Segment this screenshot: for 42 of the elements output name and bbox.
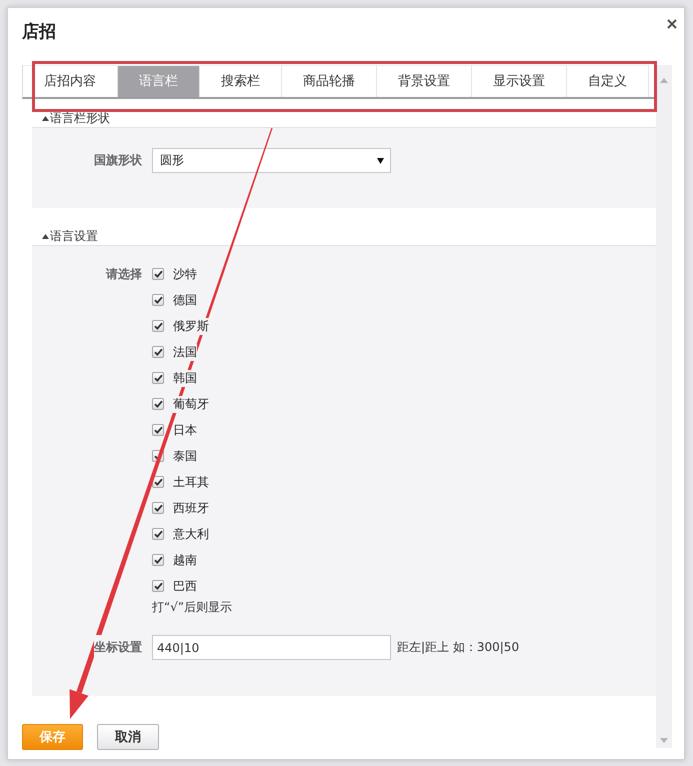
checkbox[interactable] [152,424,164,436]
checkbox-label: 法国 [173,344,197,360]
checkbox[interactable] [152,320,164,332]
close-button[interactable] [667,19,677,29]
checkbox-label: 土耳其 [173,474,209,490]
checkbox[interactable] [152,528,164,540]
checkbox-label: 沙特 [173,266,197,282]
tab[interactable]: 自定义 [567,65,649,97]
checkbox-label: 德国 [173,292,197,308]
checkbox[interactable] [152,372,164,384]
checkbox[interactable] [152,346,164,358]
checkbox-label: 西班牙 [173,500,209,516]
input-field[interactable]: 440|10 [152,635,391,660]
dialog-title: 店招 [22,22,56,42]
field-label: 坐标设置 [94,635,142,660]
checkbox-label: 泰国 [173,448,197,464]
checkbox-label: 日本 [173,422,197,438]
checkbox-label: 意大利 [173,526,209,542]
cancel-button[interactable]: 取消 [97,724,159,750]
checkbox[interactable] [152,502,164,514]
tab[interactable]: 搜索栏 [200,65,282,97]
checkbox[interactable] [152,554,164,566]
checkbox-label: 俄罗斯 [173,318,209,334]
checkbox-label: 越南 [173,552,197,568]
tab[interactable]: 显示设置 [472,65,567,97]
checkbox-label: 巴西 [173,578,197,594]
collapse-icon[interactable] [42,234,49,238]
select-field[interactable]: 圆形 [152,148,391,173]
tab[interactable]: 店招内容 [23,65,118,97]
checkbox[interactable] [152,398,164,410]
hint-text: 距左|距上 如：300|50 [397,639,520,656]
collapse-icon[interactable] [42,116,49,120]
dropdown-caret-icon [377,158,384,164]
close-icon [667,19,677,29]
tab[interactable]: 商品轮播 [282,65,377,97]
checkbox[interactable] [152,294,164,306]
note-text: 打“√”后则显示 [152,599,232,616]
checkbox-label: 葡萄牙 [173,396,209,412]
tab[interactable]: 背景设置 [377,65,472,97]
checkbox-label: 韩国 [173,370,197,386]
checkbox[interactable] [152,268,164,280]
checkbox[interactable] [152,580,164,592]
